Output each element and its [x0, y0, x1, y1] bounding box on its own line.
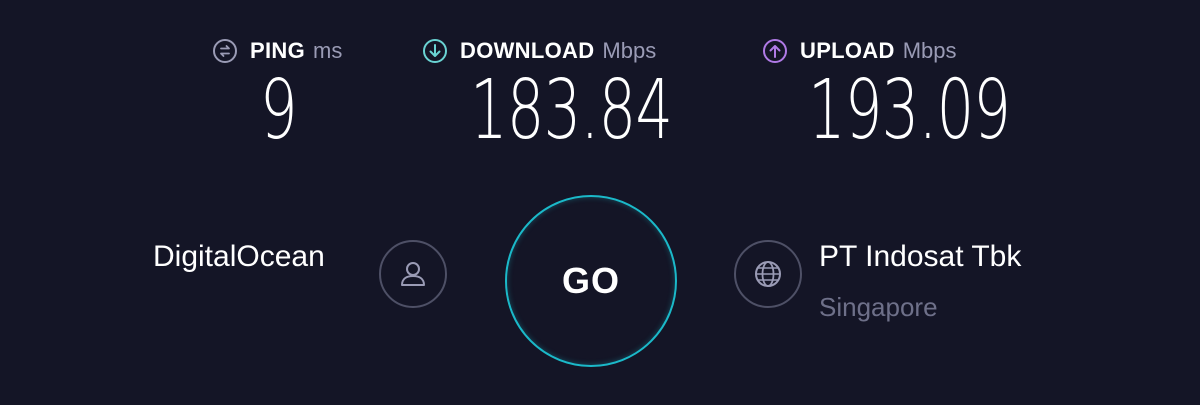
- ping-header: PING ms: [212, 36, 342, 66]
- download-metric: DOWNLOAD Mbps 183.84: [422, 36, 673, 152]
- ping-label: PING: [250, 38, 305, 63]
- globe-icon: [751, 257, 785, 291]
- host-name[interactable]: DigitalOcean: [153, 240, 325, 274]
- go-button-label: GO: [561, 260, 620, 301]
- upload-value: 193.09: [808, 63, 1011, 158]
- download-unit: Mbps: [602, 38, 657, 63]
- arrow-up-circle-icon: [762, 38, 788, 64]
- ping-icon: [212, 38, 238, 64]
- upload-label: UPLOAD: [800, 38, 895, 63]
- ping-unit: ms: [313, 38, 343, 63]
- change-host-button[interactable]: [379, 240, 447, 308]
- ping-metric: PING ms 9: [212, 36, 342, 152]
- user-icon: [396, 257, 430, 291]
- go-button[interactable]: GO: [505, 195, 677, 367]
- isp-name: PT Indosat Tbk: [819, 240, 1022, 273]
- isp-location: Singapore: [819, 292, 938, 322]
- upload-header: UPLOAD Mbps: [762, 36, 957, 66]
- download-value: 183.84: [470, 63, 673, 158]
- upload-unit: Mbps: [902, 38, 957, 63]
- change-isp-button[interactable]: [734, 240, 802, 308]
- download-header: DOWNLOAD Mbps: [422, 36, 656, 66]
- speedtest-panel: PING ms 9 DOWNLOAD Mbps 183.84 UPLOAD Mb…: [0, 0, 1200, 405]
- ping-value: 9: [260, 63, 298, 158]
- download-label: DOWNLOAD: [460, 38, 595, 63]
- upload-metric: UPLOAD Mbps 193.09: [762, 36, 1011, 152]
- arrow-down-circle-icon: [422, 38, 448, 64]
